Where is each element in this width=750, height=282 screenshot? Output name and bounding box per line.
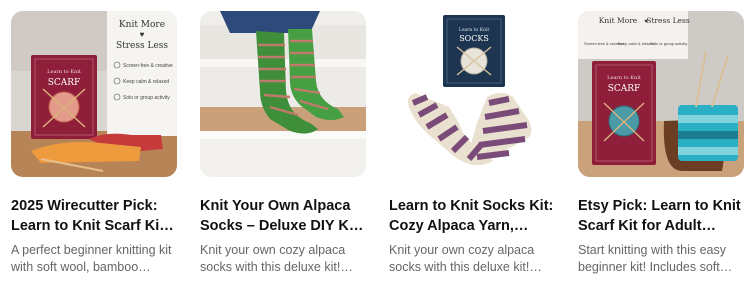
box-brand: Learn to Knit: [607, 75, 641, 81]
banner-line1: Knit More: [599, 16, 638, 25]
product-image[interactable]: Knit More ♥ Stress Less Screen-free & cr…: [11, 11, 177, 177]
box-title: SCARF: [48, 78, 81, 88]
product-title[interactable]: Learn to Knit Socks Kit: Cozy Alpaca Yar…: [389, 196, 555, 236]
box-title: SCARF: [608, 84, 641, 94]
banner-bullet: Keep calm & relaxed: [123, 79, 169, 85]
product-title[interactable]: Etsy Pick: Learn to Knit Scarf Kit for A…: [578, 196, 744, 236]
banner-line2: Stress Less: [646, 16, 690, 25]
product-description: A perfect beginner knitting kit with sof…: [11, 243, 172, 274]
banner-bullet: Solo or group activity: [123, 95, 170, 101]
product-description: Start knitting with this easy beginner k…: [578, 243, 726, 274]
product-image[interactable]: [200, 11, 366, 177]
banner-bullet: Screen-free & creative: [123, 63, 173, 69]
svg-text:♥: ♥: [140, 30, 145, 39]
box-brand: Learn to Knit: [459, 27, 489, 33]
product-card[interactable]: Learn to Knit SOCKS Learn to Knit Socks …: [389, 11, 555, 276]
banner-bullet: Solo or group activity: [650, 41, 687, 46]
product-image[interactable]: Knit More ♥ Stress Less Screen-free & cr…: [578, 11, 744, 177]
box-title: SOCKS: [459, 34, 489, 43]
product-carousel: Knit More ♥ Stress Less Screen-free & cr…: [0, 0, 750, 282]
product-title[interactable]: 2025 Wirecutter Pick: Learn to Knit Scar…: [11, 196, 177, 236]
product-title[interactable]: Knit Your Own Alpaca Socks – Deluxe DIY …: [200, 196, 366, 236]
product-card[interactable]: Knit More ♥ Stress Less Screen-free & cr…: [578, 11, 744, 276]
banner-line2: Stress Less: [116, 41, 168, 51]
box-brand: Learn to Knit: [47, 69, 81, 75]
product-description: Knit your own cozy alpaca socks with thi…: [389, 243, 535, 274]
product-description: Knit your own cozy alpaca socks with thi…: [200, 243, 346, 274]
banner-line1: Knit More: [119, 20, 165, 30]
product-image[interactable]: Learn to Knit SOCKS: [389, 11, 555, 177]
product-card[interactable]: Knit Your Own Alpaca Socks – Deluxe DIY …: [200, 11, 366, 276]
product-card[interactable]: Knit More ♥ Stress Less Screen-free & cr…: [11, 11, 177, 276]
